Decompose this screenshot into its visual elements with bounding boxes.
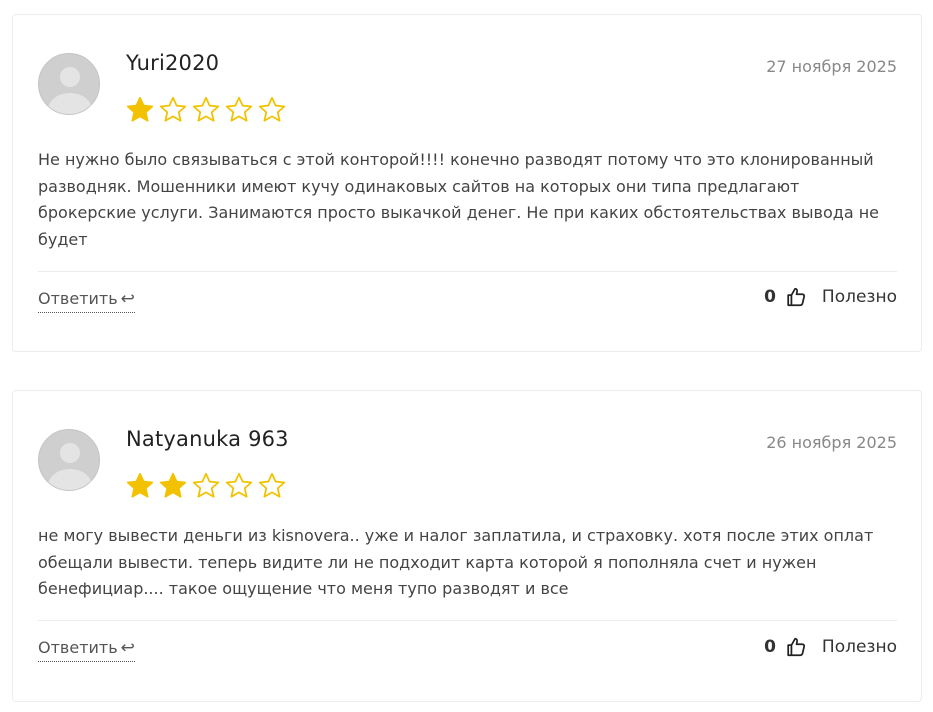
- star-empty-icon: [258, 96, 286, 122]
- reply-arrow-icon: ↩: [120, 638, 135, 658]
- reply-button[interactable]: Ответить ↩: [38, 289, 135, 313]
- rating-stars: [125, 471, 287, 501]
- review-text: не могу вывести деньги из kisnovera.. уж…: [38, 526, 874, 598]
- review-date: 26 ноября 2025: [766, 433, 897, 452]
- helpful-button[interactable]: Полезно: [822, 637, 897, 657]
- star-empty-icon: [192, 96, 220, 122]
- star-empty-icon: [225, 96, 253, 122]
- review-author[interactable]: Yuri2020: [126, 51, 219, 75]
- helpful-block: 0 Полезно: [764, 286, 897, 308]
- like-count: 0: [764, 637, 776, 657]
- star-filled-icon: [159, 472, 187, 498]
- review-text: Не нужно было связываться с этой конторо…: [38, 150, 880, 249]
- thumbs-up-icon[interactable]: [785, 286, 807, 308]
- rating-stars: [125, 95, 287, 125]
- like-count: 0: [764, 287, 776, 307]
- helpful-block: 0 Полезно: [764, 636, 897, 658]
- star-empty-icon: [258, 472, 286, 498]
- star-empty-icon: [192, 472, 220, 498]
- reply-label: Ответить: [38, 289, 118, 308]
- star-filled-icon: [126, 96, 154, 122]
- user-avatar-icon: [38, 53, 100, 115]
- star-filled-icon: [126, 472, 154, 498]
- star-empty-icon: [225, 472, 253, 498]
- review-author[interactable]: Natyanuka 963: [126, 427, 289, 451]
- review-date: 27 ноября 2025: [766, 57, 897, 76]
- thumbs-up-icon[interactable]: [785, 636, 807, 658]
- divider: [38, 620, 897, 621]
- reply-button[interactable]: Ответить ↩: [38, 638, 135, 662]
- user-avatar-icon: [38, 429, 100, 491]
- reply-label: Ответить: [38, 638, 118, 657]
- helpful-button[interactable]: Полезно: [822, 287, 897, 307]
- review-card: Natyanuka 963 26 ноября 2025 не могу выв…: [12, 390, 922, 702]
- review-card: Yuri2020 27 ноября 2025 Не нужно было св…: [12, 14, 922, 352]
- star-empty-icon: [159, 96, 187, 122]
- divider: [38, 271, 897, 272]
- reply-arrow-icon: ↩: [120, 289, 135, 309]
